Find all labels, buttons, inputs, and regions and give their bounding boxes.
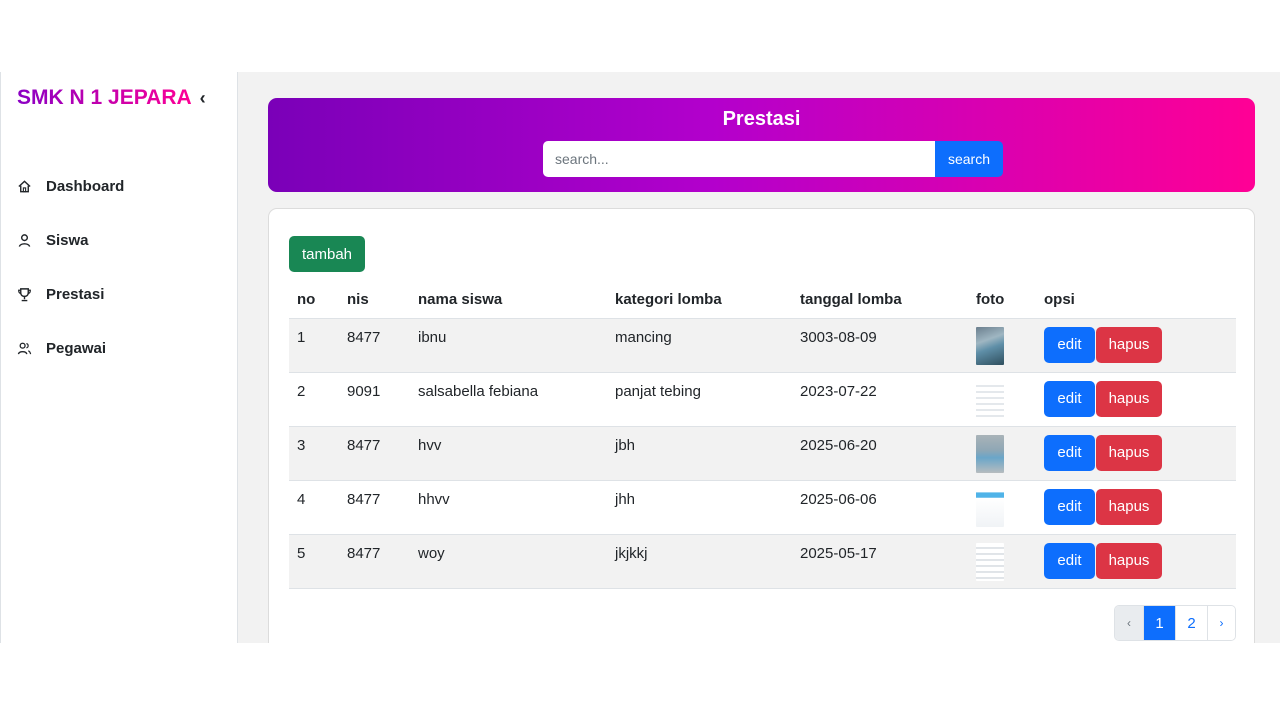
column-header-opsi: opsi xyxy=(1036,281,1236,319)
sidebar-item-pegawai[interactable]: Pegawai xyxy=(17,334,124,362)
cell-nama: ibnu xyxy=(410,318,607,373)
sidebar-item-label: Pegawai xyxy=(46,339,107,357)
column-header-foto: foto xyxy=(968,281,1036,319)
delete-button[interactable]: hapus xyxy=(1096,434,1162,471)
trophy-icon xyxy=(18,287,31,301)
pagination-next[interactable]: › xyxy=(1207,606,1235,640)
sidebar-item-siswa[interactable]: Siswa xyxy=(17,226,124,254)
edit-button[interactable]: edit xyxy=(1044,326,1095,363)
prestasi-card: tambah no nis nama siswa kategori lomba … xyxy=(268,208,1255,643)
cell-kategori: mancing xyxy=(607,318,792,373)
cell-no: 2 xyxy=(289,372,339,427)
sidebar-item-label: Siswa xyxy=(46,231,89,249)
edit-button[interactable]: edit xyxy=(1044,380,1095,417)
column-header-nama-siswa: nama siswa xyxy=(410,281,607,319)
cell-no: 3 xyxy=(289,426,339,481)
delete-button[interactable]: hapus xyxy=(1096,326,1162,363)
brand: SMK N 1 JEPARA ‹ xyxy=(17,86,206,110)
add-button[interactable]: tambah xyxy=(289,236,365,272)
cell-nama: hhvv xyxy=(410,480,607,535)
page-title: Prestasi xyxy=(722,108,801,130)
delete-button[interactable]: hapus xyxy=(1096,380,1162,417)
table-row: 4 8477 hhvv jhh 2025-06-06 edit hapus xyxy=(289,480,1236,535)
pagination-page-1[interactable]: 1 xyxy=(1143,606,1175,640)
photo-thumbnail[interactable] xyxy=(976,542,1004,581)
pagination: ‹ 1 2 › xyxy=(1114,605,1236,641)
cell-no: 5 xyxy=(289,534,339,589)
column-header-nis: nis xyxy=(339,281,410,319)
column-header-no: no xyxy=(289,281,339,319)
photo-thumbnail[interactable] xyxy=(976,380,1004,419)
cell-kategori: panjat tebing xyxy=(607,372,792,427)
cell-foto xyxy=(968,534,1036,589)
cell-tanggal: 2023-07-22 xyxy=(792,372,968,427)
cell-tanggal: 2025-05-17 xyxy=(792,534,968,589)
home-icon xyxy=(18,179,31,192)
photo-thumbnail[interactable] xyxy=(976,434,1004,473)
photo-thumbnail[interactable] xyxy=(976,326,1004,365)
cell-nis: 8477 xyxy=(339,534,410,589)
cell-opsi: edit hapus xyxy=(1036,318,1236,373)
sidebar-item-label: Prestasi xyxy=(46,285,105,303)
sidebar-nav: Dashboard Siswa Prestasi Pegawai xyxy=(17,172,124,388)
pagination-prev[interactable]: ‹ xyxy=(1115,606,1143,640)
cell-opsi: edit hapus xyxy=(1036,480,1236,535)
search-button[interactable]: search xyxy=(935,141,1003,177)
cell-foto xyxy=(968,372,1036,427)
page-header: Prestasi search xyxy=(268,98,1255,192)
cell-nama: salsabella febiana xyxy=(410,372,607,427)
app-frame: SMK N 1 JEPARA ‹ Dashboard Siswa Prestas… xyxy=(0,72,1280,643)
cell-foto xyxy=(968,318,1036,373)
cell-foto xyxy=(968,480,1036,535)
sidebar-item-prestasi[interactable]: Prestasi xyxy=(17,280,124,308)
table-row: 1 8477 ibnu mancing 3003-08-09 edit hapus xyxy=(289,318,1236,373)
cell-nis: 8477 xyxy=(339,480,410,535)
sidebar-item-dashboard[interactable]: Dashboard xyxy=(17,172,124,200)
cell-tanggal: 3003-08-09 xyxy=(792,318,968,373)
user-icon xyxy=(18,233,31,247)
cell-tanggal: 2025-06-20 xyxy=(792,426,968,481)
table-row: 2 9091 salsabella febiana panjat tebing … xyxy=(289,372,1236,427)
cell-foto xyxy=(968,426,1036,481)
users-icon xyxy=(17,342,32,354)
table-row: 3 8477 hvv jbh 2025-06-20 edit hapus xyxy=(289,426,1236,481)
delete-button[interactable]: hapus xyxy=(1096,542,1162,579)
cell-kategori: jbh xyxy=(607,426,792,481)
main-content: Prestasi search tambah no nis nama siswa… xyxy=(238,72,1280,643)
cell-opsi: edit hapus xyxy=(1036,372,1236,427)
edit-button[interactable]: edit xyxy=(1044,542,1095,579)
cell-nis: 8477 xyxy=(339,318,410,373)
photo-thumbnail[interactable] xyxy=(976,488,1004,527)
search-form: search xyxy=(543,141,1003,177)
search-input[interactable] xyxy=(543,141,935,177)
sidebar: SMK N 1 JEPARA ‹ Dashboard Siswa Prestas… xyxy=(0,72,238,643)
table-row: 5 8477 woy jkjkkj 2025-05-17 edit hapus xyxy=(289,534,1236,589)
column-header-tanggal-lomba: tanggal lomba xyxy=(792,281,968,319)
edit-button[interactable]: edit xyxy=(1044,488,1095,525)
cell-opsi: edit hapus xyxy=(1036,426,1236,481)
cell-nama: hvv xyxy=(410,426,607,481)
pagination-page-2[interactable]: 2 xyxy=(1175,606,1207,640)
cell-nama: woy xyxy=(410,534,607,589)
column-header-kategori-lomba: kategori lomba xyxy=(607,281,792,319)
cell-no: 4 xyxy=(289,480,339,535)
brand-title: SMK N 1 JEPARA xyxy=(17,86,192,109)
delete-button[interactable]: hapus xyxy=(1096,488,1162,525)
cell-kategori: jhh xyxy=(607,480,792,535)
table-header-row: no nis nama siswa kategori lomba tanggal… xyxy=(289,281,1236,319)
cell-no: 1 xyxy=(289,318,339,373)
cell-nis: 9091 xyxy=(339,372,410,427)
sidebar-collapse-button[interactable]: ‹ xyxy=(200,88,206,109)
sidebar-item-label: Dashboard xyxy=(46,177,125,195)
edit-button[interactable]: edit xyxy=(1044,434,1095,471)
cell-opsi: edit hapus xyxy=(1036,534,1236,589)
prestasi-table: no nis nama siswa kategori lomba tanggal… xyxy=(289,281,1236,589)
cell-nis: 8477 xyxy=(339,426,410,481)
cell-tanggal: 2025-06-06 xyxy=(792,480,968,535)
cell-kategori: jkjkkj xyxy=(607,534,792,589)
